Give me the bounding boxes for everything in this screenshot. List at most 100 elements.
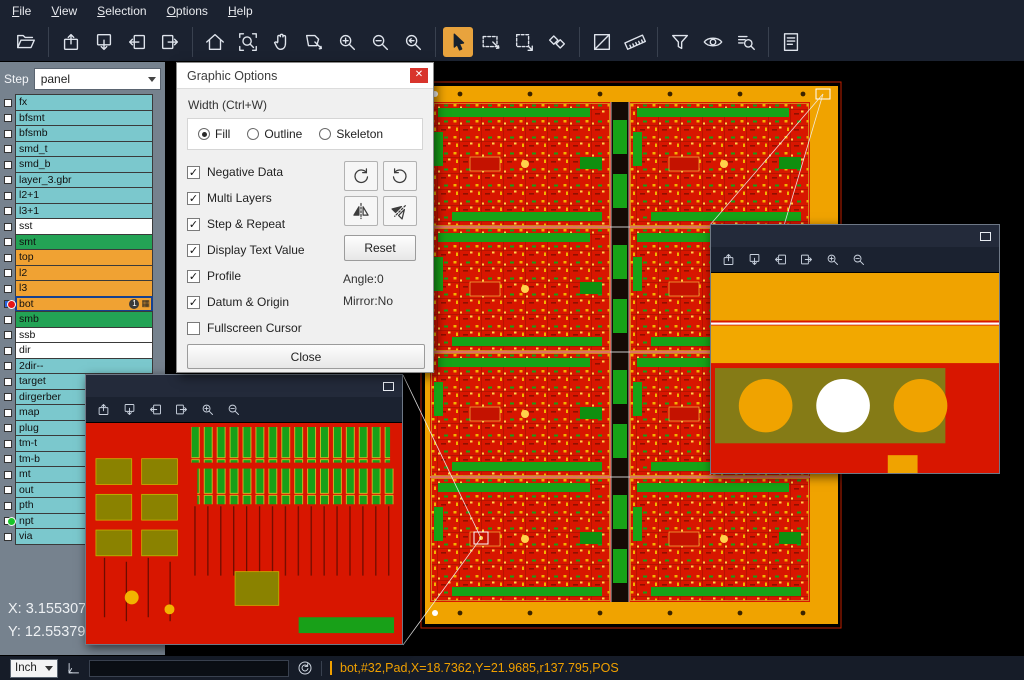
layer-checkbox[interactable]: [4, 316, 12, 324]
toolbar-button-open-folder[interactable]: [11, 27, 41, 57]
layer-row-fx[interactable]: fx: [1, 95, 165, 111]
layer-checkbox[interactable]: [4, 409, 12, 417]
toolbar-button-filter[interactable]: [665, 27, 695, 57]
layer-row-bfsmb[interactable]: bfsmb: [1, 126, 165, 142]
toolbar-button-measure-diagonal[interactable]: [587, 27, 617, 57]
rotate-ccw-button[interactable]: [383, 161, 417, 191]
magnifier-button-box-arrow-left[interactable]: [148, 402, 163, 417]
magnifier-button-box-arrow-down[interactable]: [747, 252, 762, 267]
magnifier-button-zoom-in[interactable]: [200, 402, 215, 417]
layer-checkbox[interactable]: [4, 207, 12, 215]
layer-checkbox[interactable]: [4, 471, 12, 479]
layer-name-dir[interactable]: dir: [15, 342, 153, 359]
magnifier-bottom-left-view[interactable]: [86, 423, 402, 644]
layer-row-smt[interactable]: smt: [1, 235, 165, 251]
toolbar-button-ruler[interactable]: [620, 27, 650, 57]
layer-visibility-cell[interactable]: [1, 219, 15, 235]
layer-row-bot[interactable]: bot1▦: [1, 297, 165, 313]
layer-name-bfsmt[interactable]: bfsmt: [15, 110, 153, 127]
magnifier-right-view[interactable]: [711, 273, 999, 473]
layer-visibility-cell[interactable]: [1, 266, 15, 282]
layer-name-layer_3.gbr[interactable]: layer_3.gbr: [15, 172, 153, 189]
toolbar-button-report[interactable]: [776, 27, 806, 57]
menu-item-options[interactable]: Options: [167, 4, 208, 18]
layer-visibility-cell[interactable]: [1, 188, 15, 204]
layer-row-smd_b[interactable]: smd_b: [1, 157, 165, 173]
rotate-cw-button[interactable]: [344, 161, 378, 191]
layer-row-smb[interactable]: smb: [1, 312, 165, 328]
layer-visibility-cell[interactable]: [1, 157, 15, 173]
layer-name-l2+1[interactable]: l2+1: [15, 187, 153, 204]
layer-checkbox[interactable]: [4, 362, 12, 370]
layer-row-dir[interactable]: dir: [1, 343, 165, 359]
layer-visibility-cell[interactable]: [1, 452, 15, 468]
snap-corner-icon[interactable]: [66, 661, 81, 676]
option-checkbox-profile[interactable]: ✓Profile: [187, 263, 337, 289]
magnifier-button-box-arrow-left[interactable]: [773, 252, 788, 267]
layer-visibility-cell[interactable]: [1, 235, 15, 251]
toolbar-button-rect-select[interactable]: [476, 27, 506, 57]
layer-checkbox[interactable]: [4, 455, 12, 463]
layer-row-l2[interactable]: l2: [1, 266, 165, 282]
layer-name-ssb[interactable]: ssb: [15, 327, 153, 344]
layer-visibility-cell[interactable]: [1, 328, 15, 344]
layer-visibility-cell[interactable]: [1, 467, 15, 483]
layer-visibility-cell[interactable]: [1, 390, 15, 406]
option-checkbox-fullscreen-cursor[interactable]: Fullscreen Cursor: [187, 315, 337, 341]
toolbar-button-box-arrow-right[interactable]: [155, 27, 185, 57]
layer-visibility-cell[interactable]: [1, 142, 15, 158]
layer-visibility-cell[interactable]: [1, 529, 15, 545]
layer-row-l3+1[interactable]: l3+1: [1, 204, 165, 220]
window-box-icon[interactable]: [980, 232, 991, 241]
layer-visibility-cell[interactable]: [1, 126, 15, 142]
toolbar-button-zoom-out[interactable]: [365, 27, 395, 57]
layer-name-smt[interactable]: smt: [15, 234, 153, 251]
layer-row-layer_3.gbr[interactable]: layer_3.gbr: [1, 173, 165, 189]
toolbar-button-zoom-previous[interactable]: [398, 27, 428, 57]
layer-row-sst[interactable]: sst: [1, 219, 165, 235]
layer-checkbox[interactable]: [4, 238, 12, 246]
toolbar-button-box-arrow-down[interactable]: [89, 27, 119, 57]
layer-checkbox[interactable]: [4, 424, 12, 432]
layer-name-smd_b[interactable]: smd_b: [15, 156, 153, 173]
menu-item-view[interactable]: View: [51, 4, 77, 18]
layer-visibility-cell[interactable]: [1, 498, 15, 514]
dialog-titlebar[interactable]: Graphic Options ✕: [177, 63, 433, 89]
layer-name-fx[interactable]: fx: [15, 94, 153, 111]
toolbar-button-zoom-fit[interactable]: [233, 27, 263, 57]
close-icon[interactable]: ✕: [410, 68, 428, 83]
layer-checkbox[interactable]: [4, 99, 12, 107]
flip-horizontal-button[interactable]: [344, 196, 378, 226]
layer-checkbox[interactable]: [4, 533, 12, 541]
layer-visibility-cell[interactable]: [1, 436, 15, 452]
layer-checkbox[interactable]: [4, 223, 12, 231]
layer-name-l2[interactable]: l2: [15, 265, 153, 282]
magnifier-button-zoom-out[interactable]: [226, 402, 241, 417]
magnifier-button-box-arrow-right[interactable]: [799, 252, 814, 267]
layer-visibility-cell[interactable]: [1, 312, 15, 328]
toolbar-button-box-arrow-up[interactable]: [56, 27, 86, 57]
unit-select[interactable]: Inch: [10, 659, 58, 678]
toolbar-button-zoom-in[interactable]: [332, 27, 362, 57]
refresh-icon[interactable]: [297, 660, 313, 676]
toolbar-button-layers-merge[interactable]: [542, 27, 572, 57]
toolbar-button-transform-select[interactable]: [509, 27, 539, 57]
toolbar-button-select-shape[interactable]: [299, 27, 329, 57]
layer-visibility-cell[interactable]: [1, 421, 15, 437]
layer-row-smd_t[interactable]: smd_t: [1, 142, 165, 158]
layer-checkbox[interactable]: [4, 393, 12, 401]
layer-row-2dir--[interactable]: 2dir--: [1, 359, 165, 375]
option-checkbox-multi-layers[interactable]: ✓Multi Layers: [187, 185, 337, 211]
layer-visibility-cell[interactable]: [1, 281, 15, 297]
layer-checkbox[interactable]: [4, 440, 12, 448]
layer-row-l2+1[interactable]: l2+1: [1, 188, 165, 204]
option-checkbox-datum-origin[interactable]: ✓Datum & Origin: [187, 289, 337, 315]
layer-visibility-cell[interactable]: [1, 514, 15, 530]
layer-visibility-cell[interactable]: [1, 374, 15, 390]
layer-name-sst[interactable]: sst: [15, 218, 153, 235]
layer-checkbox[interactable]: [4, 176, 12, 184]
magnifier-button-box-arrow-down[interactable]: [122, 402, 137, 417]
layer-checkbox[interactable]: [4, 285, 12, 293]
reset-button[interactable]: Reset: [344, 235, 416, 261]
magnifier-button-zoom-out[interactable]: [851, 252, 866, 267]
